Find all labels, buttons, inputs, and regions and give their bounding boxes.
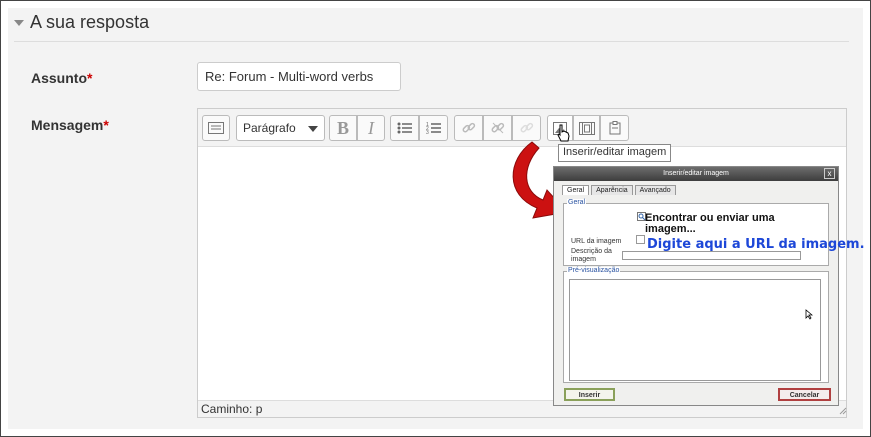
subject-input[interactable]: Re: Forum - Multi-word verbs <box>197 62 401 91</box>
dialog-tabs: Geral Aparência Avançado <box>562 185 676 195</box>
close-button[interactable]: x <box>824 168 835 179</box>
keyboard-icon <box>208 122 224 134</box>
insert-media-button[interactable] <box>573 115 600 141</box>
tab-geral[interactable]: Geral <box>562 185 590 195</box>
general-legend: Geral <box>567 199 587 206</box>
svg-text:3: 3 <box>426 130 429 135</box>
image-preview-area <box>569 279 821 381</box>
link-button[interactable] <box>454 115 483 141</box>
bullet-list-button[interactable] <box>390 115 419 141</box>
italic-button[interactable]: I <box>357 115 385 141</box>
browse-repositories-link[interactable]: Encontrar ou enviar uma imagem... <box>645 213 785 235</box>
section-header[interactable]: A sua resposta <box>14 12 149 33</box>
tab-aparencia[interactable]: Aparência <box>591 185 633 195</box>
bullet-list-icon <box>397 122 412 134</box>
section-title: A sua resposta <box>30 12 150 32</box>
paragraph-format-value: Parágrafo <box>243 121 296 135</box>
image-dialog: Inserir/editar imagem x Geral Aparência … <box>553 166 865 406</box>
italic-icon: I <box>368 117 374 138</box>
required-marker: * <box>103 117 109 133</box>
section-divider <box>14 41 849 42</box>
unlink-button[interactable] <box>483 115 512 141</box>
preview-fieldset: Pré-visualização <box>563 267 829 383</box>
image-url-input[interactable] <box>636 235 645 244</box>
url-label: URL da imagem <box>571 238 622 245</box>
link-icon <box>462 122 475 133</box>
numbered-list-button[interactable]: 123 <box>419 115 448 141</box>
paragraph-format-select[interactable]: Parágrafo <box>236 115 325 141</box>
close-icon: x <box>827 169 832 178</box>
collapse-caret-icon[interactable] <box>14 19 24 26</box>
description-label-line1: Descrição da <box>571 248 612 255</box>
anchor-button[interactable] <box>512 115 541 141</box>
element-path: Caminho: p <box>201 402 263 416</box>
general-fieldset: Geral Encontrar ou enviar uma imagem... … <box>563 199 865 266</box>
manage-files-button[interactable] <box>600 115 629 141</box>
subject-label: Assunto* <box>31 70 92 86</box>
cancel-button[interactable]: Cancelar <box>778 388 831 401</box>
insert-button[interactable]: Inserir <box>564 388 615 401</box>
anchor-link-icon <box>520 122 533 133</box>
numbered-list-icon: 123 <box>426 122 441 135</box>
dialog-titlebar: Inserir/editar imagem x <box>554 167 838 181</box>
chevron-down-icon <box>308 126 318 132</box>
toolbar-toggle-button[interactable] <box>202 115 230 141</box>
dialog-title: Inserir/editar imagem <box>663 170 729 177</box>
bold-icon: B <box>336 117 349 138</box>
required-marker: * <box>87 70 93 86</box>
mouse-cursor-icon <box>805 309 813 320</box>
url-input-hint: Digite aqui a URL da imagem. <box>647 237 865 252</box>
unlink-icon <box>491 122 504 134</box>
clipboard-icon <box>609 121 620 135</box>
message-label-text: Mensagem <box>31 117 104 133</box>
tab-avancado[interactable]: Avançado <box>634 185 676 195</box>
bold-button[interactable]: B <box>329 115 357 141</box>
resize-grip-icon[interactable] <box>839 407 847 415</box>
film-icon <box>578 121 595 135</box>
message-label: Mensagem* <box>31 117 109 133</box>
description-label-line2: imagem <box>571 256 596 263</box>
subject-label-text: Assunto <box>31 70 87 86</box>
preview-legend: Pré-visualização <box>567 267 621 274</box>
image-description-input[interactable] <box>622 251 801 260</box>
